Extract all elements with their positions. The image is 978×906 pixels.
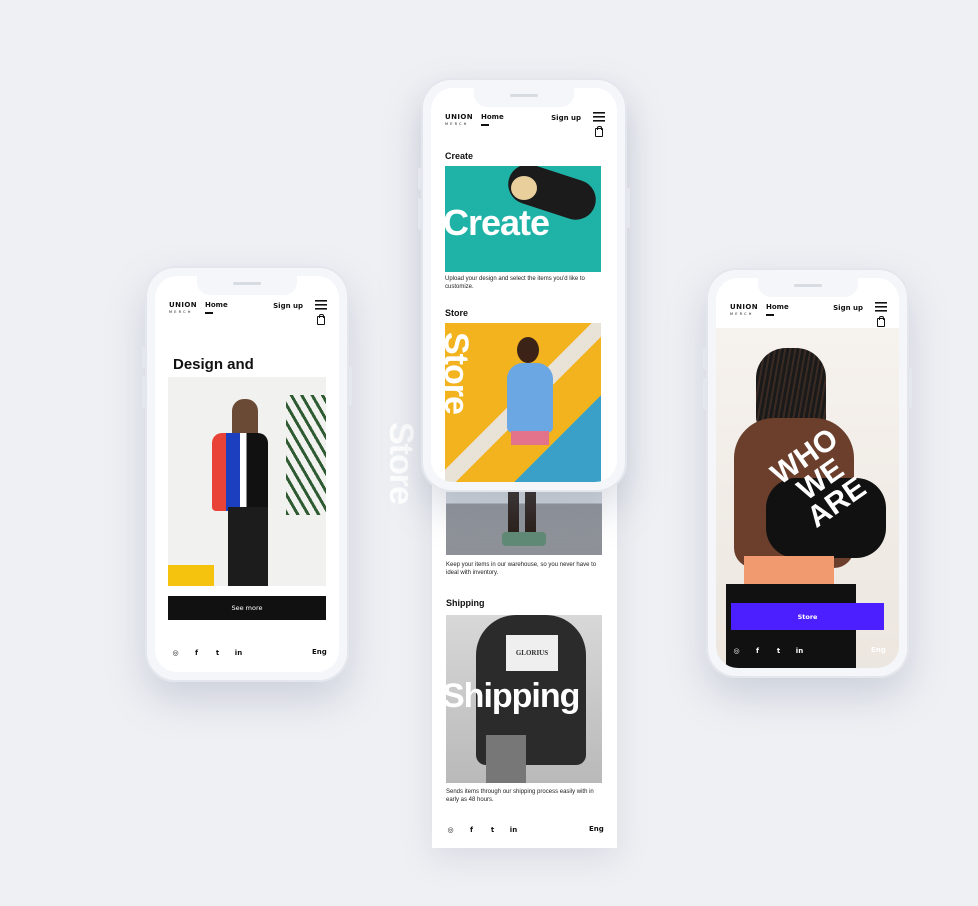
social-bar-left: ◎ f t in	[171, 649, 243, 657]
union-merch-logo[interactable]: UNION MERCH	[445, 113, 473, 126]
notch	[757, 278, 858, 297]
phone-side-button	[703, 348, 706, 370]
yellow-chair	[168, 565, 214, 586]
twitter-icon[interactable]: t	[488, 826, 497, 834]
notch	[197, 276, 297, 295]
sweatshirt-print: GLORIUS	[506, 635, 558, 671]
phone-side-button	[418, 168, 421, 190]
see-more-button[interactable]: See more	[168, 596, 326, 620]
union-merch-logo[interactable]: UNION MERCH	[169, 301, 197, 314]
sign-up-link[interactable]: Sign up	[833, 304, 863, 312]
phone-side-button	[142, 376, 145, 408]
instagram-icon[interactable]: ◎	[446, 826, 455, 834]
left-screen: UNION MERCH Home Sign up Design and Styl…	[155, 276, 339, 672]
nav-home-link[interactable]: Home	[205, 301, 228, 314]
store-model-shoes	[502, 532, 546, 546]
phone-side-button	[909, 368, 912, 408]
create-overlay: Create	[443, 202, 550, 243]
center-screen: UNION MERCH Home Sign up Create Create U…	[431, 88, 617, 482]
store-caption: Keep your items in our warehouse, so you…	[446, 562, 597, 576]
store-title: Store	[445, 308, 469, 318]
store-button[interactable]: Store	[731, 603, 884, 630]
phone-side-button	[142, 346, 145, 368]
center-phone: UNION MERCH Home Sign up Create Create U…	[418, 78, 630, 492]
sign-up-link[interactable]: Sign up	[551, 114, 581, 122]
instagram-icon[interactable]: ◎	[732, 647, 741, 655]
shopping-bag-icon[interactable]	[877, 315, 885, 327]
twitter-icon[interactable]: t	[213, 649, 222, 657]
phone-side-button	[349, 366, 352, 406]
right-screen: WHO WE ARE UNION MERCH Home Sign up Stor…	[716, 278, 899, 668]
linkedin-icon[interactable]: in	[795, 647, 804, 655]
right-phone: WHO WE ARE UNION MERCH Home Sign up Stor…	[703, 268, 912, 678]
model-coat	[228, 507, 268, 586]
shipping-overlay: Shipping	[442, 677, 580, 715]
notch	[474, 88, 574, 107]
facebook-icon[interactable]: f	[467, 826, 476, 834]
hero-photo	[168, 377, 326, 586]
create-caption: Upload your design and select the items …	[445, 276, 585, 290]
union-merch-logo[interactable]: UNION MERCH	[730, 303, 758, 316]
left-phone: UNION MERCH Home Sign up Design and Styl…	[142, 266, 352, 682]
store-model-skirt	[511, 431, 549, 445]
store-overlay-vertical: Store	[382, 422, 420, 504]
facebook-icon[interactable]: f	[753, 647, 762, 655]
store-model-top	[507, 363, 553, 433]
top-nav: UNION MERCH Home Sign up	[730, 302, 887, 332]
phone-side-button	[418, 198, 421, 230]
top-nav: UNION MERCH Home Sign up	[445, 112, 605, 142]
instagram-icon[interactable]: ◎	[171, 649, 180, 657]
create-title: Create	[445, 151, 474, 161]
social-bar-right: ◎ f t in	[732, 647, 804, 655]
model-shorts	[744, 556, 834, 586]
phone-side-button	[627, 188, 630, 228]
nav-home-link[interactable]: Home	[766, 303, 789, 316]
sign-up-link[interactable]: Sign up	[273, 302, 303, 310]
linkedin-icon[interactable]: in	[509, 826, 518, 834]
shopping-bag-icon[interactable]	[595, 125, 603, 137]
nav-home-link[interactable]: Home	[481, 113, 504, 126]
plant-leaves	[286, 395, 326, 515]
top-nav: UNION MERCH Home Sign up	[169, 300, 327, 330]
menu-icon[interactable]	[315, 300, 327, 310]
facebook-icon[interactable]: f	[192, 649, 201, 657]
menu-icon[interactable]	[593, 112, 605, 122]
store-model-head	[517, 337, 539, 363]
social-bar-center: ◎ f t in	[446, 826, 518, 834]
shipping-model-legs	[486, 735, 526, 783]
menu-icon[interactable]	[875, 302, 887, 312]
language-selector-center[interactable]: Eng	[589, 825, 604, 833]
shopping-bag-icon[interactable]	[317, 313, 325, 325]
shipping-title: Shipping	[446, 598, 485, 608]
create-model-hair	[511, 176, 537, 200]
twitter-icon[interactable]: t	[774, 647, 783, 655]
language-selector[interactable]: Eng	[871, 646, 886, 654]
store-overlay: Store	[437, 332, 475, 414]
phone-side-button	[703, 378, 706, 410]
shipping-caption: Sends items through our shipping process…	[446, 789, 594, 803]
model-hair-locs	[756, 348, 826, 428]
model-jacket	[212, 433, 268, 511]
linkedin-icon[interactable]: in	[234, 649, 243, 657]
language-selector[interactable]: Eng	[312, 648, 327, 656]
